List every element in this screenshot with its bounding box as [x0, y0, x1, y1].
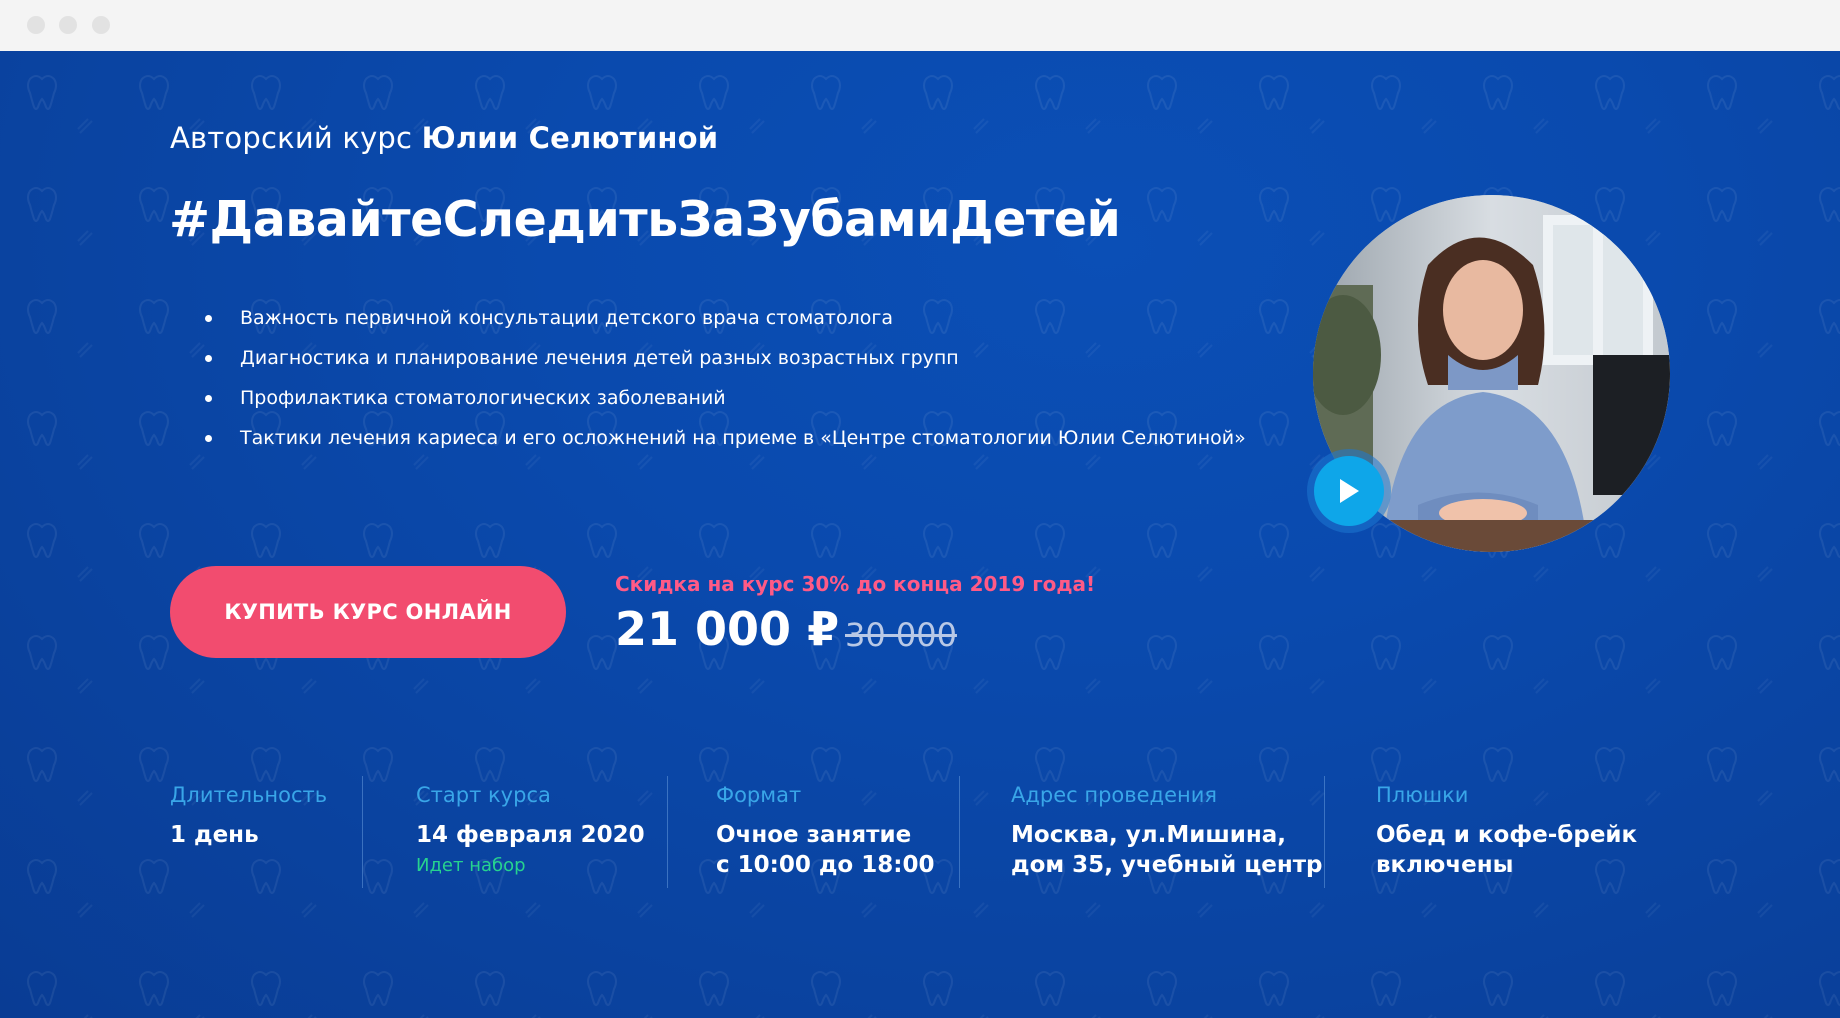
hero-section: Авторский курс Юлии Селютиной #ДавайтеСл…	[0, 51, 1840, 1018]
info-divider	[959, 776, 960, 888]
list-item: Диагностика и планирование лечения детей…	[205, 338, 1246, 378]
list-item-text: Важность первичной консультации детского…	[240, 307, 894, 329]
discount-text: Скидка на курс 30% до конца 2019 года!	[615, 572, 1096, 596]
current-price: 21 000 ₽	[615, 602, 840, 656]
old-price: 30 000	[845, 616, 957, 654]
play-button-circle	[1314, 456, 1384, 526]
list-item: Тактики лечения кариеса и его осложнений…	[205, 418, 1246, 458]
info-divider	[1324, 776, 1325, 888]
play-video-button[interactable]	[1307, 449, 1391, 533]
browser-window: Авторский курс Юлии Селютиной #ДавайтеСл…	[0, 0, 1840, 1018]
info-label: Формат	[716, 783, 802, 807]
info-extras: Плюшки Обед и кофе-брейк включены	[1376, 783, 1637, 880]
list-item-text: Профилактика стоматологических заболеван…	[240, 387, 726, 409]
window-titlebar	[0, 0, 1840, 52]
info-divider	[362, 776, 363, 888]
window-control-dot[interactable]	[27, 16, 45, 34]
info-value: 1 день	[170, 822, 259, 848]
info-label: Плюшки	[1376, 783, 1469, 807]
course-topics-list: Важность первичной консультации детского…	[205, 298, 1246, 458]
window-control-dot[interactable]	[59, 16, 77, 34]
buy-course-button[interactable]: КУПИТЬ КУРС ОНЛАЙН	[170, 566, 566, 658]
info-value: Очное занятие с 10:00 до 18:00	[716, 820, 934, 880]
play-icon	[1340, 479, 1359, 503]
info-value: Обед и кофе-брейк включены	[1376, 820, 1637, 880]
info-value-line: с 10:00 до 18:00	[716, 852, 935, 878]
info-format: Формат Очное занятие с 10:00 до 18:00	[716, 783, 934, 880]
bullet-icon	[205, 395, 212, 402]
info-label: Длительность	[170, 783, 328, 807]
info-value-line: Обед и кофе-брейк	[1376, 822, 1638, 848]
info-value-line: включены	[1376, 852, 1514, 878]
list-item: Важность первичной консультации детского…	[205, 298, 1246, 338]
info-address: Адрес проведения Москва, ул.Мишина, дом …	[1011, 783, 1323, 880]
enrollment-status: Идет набор	[416, 855, 526, 876]
info-start: Старт курса 14 февраля 2020 Идет набор	[416, 783, 645, 876]
course-subtitle: Авторский курс Юлии Селютиной	[170, 121, 718, 155]
bullet-icon	[205, 435, 212, 442]
bullet-icon	[205, 315, 212, 322]
page-title: #ДавайтеСледитьЗаЗубамиДетей	[169, 191, 1121, 248]
info-value: Москва, ул.Мишина, дом 35, учебный центр	[1011, 820, 1323, 880]
info-divider	[667, 776, 668, 888]
info-value-line: Очное занятие	[716, 822, 912, 848]
list-item-text: Диагностика и планирование лечения детей…	[240, 347, 959, 369]
list-item-text: Тактики лечения кариеса и его осложнений…	[240, 427, 1246, 449]
info-value-line: дом 35, учебный центр	[1011, 852, 1323, 878]
info-value: 14 февраля 2020	[416, 822, 645, 848]
info-label: Адрес проведения	[1011, 783, 1218, 807]
list-item: Профилактика стоматологических заболеван…	[205, 378, 1246, 418]
bullet-icon	[205, 355, 212, 362]
subtitle-author: Юлии Селютиной	[421, 121, 719, 155]
window-control-dot[interactable]	[92, 16, 110, 34]
info-value-line: Москва, ул.Мишина,	[1011, 822, 1287, 848]
subtitle-prefix: Авторский курс	[170, 121, 413, 155]
info-duration: Длительность 1 день	[170, 783, 327, 850]
info-label: Старт курса	[416, 783, 551, 807]
